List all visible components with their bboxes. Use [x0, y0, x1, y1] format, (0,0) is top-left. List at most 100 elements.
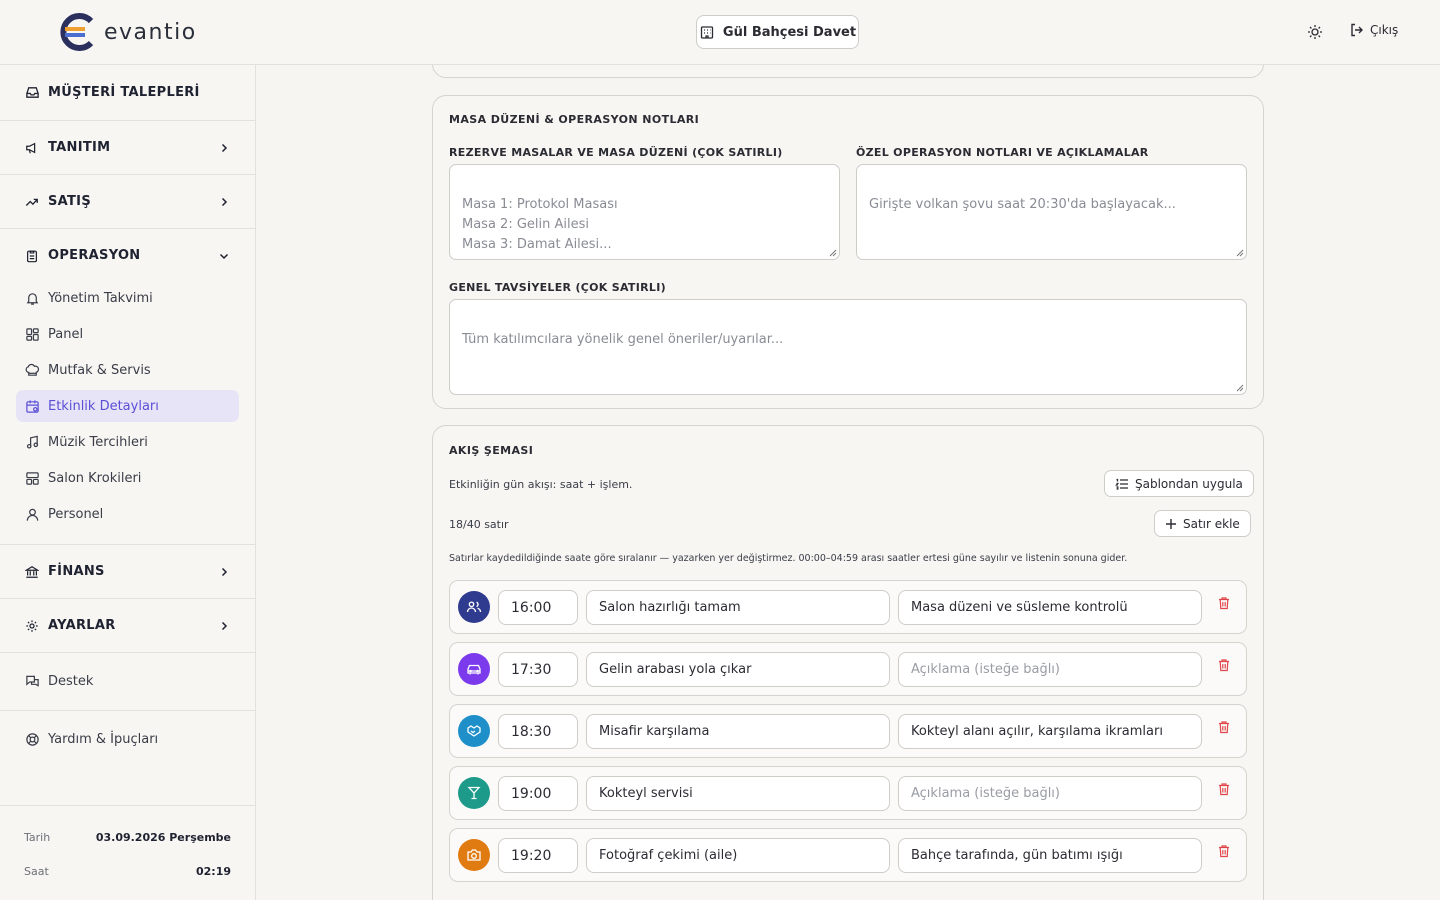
sidebar-item-label: Mutfak & Servis	[48, 362, 151, 378]
bell-icon	[24, 290, 40, 306]
brand-logo[interactable]: evantio	[57, 13, 197, 51]
event-selector-button[interactable]: Gül Bahçesi Davet	[696, 15, 859, 49]
flow-description-input[interactable]: Masa düzeni ve süsleme kontrolü	[898, 590, 1202, 625]
resize-grip-icon[interactable]	[1236, 384, 1244, 392]
ops-notes-label: ÖZEL OPERASYON NOTLARI VE AÇIKLAMALAR	[856, 146, 1149, 159]
flow-title-input[interactable]: Salon hazırlığı tamam	[586, 590, 890, 625]
nav-help[interactable]: Yardım & İpuçları	[0, 711, 255, 768]
top-bar: evantio Gül Bahçesi Davet Çıkış	[0, 0, 1440, 65]
inbox-icon	[24, 85, 40, 101]
building-icon	[700, 26, 714, 39]
car-icon[interactable]	[458, 653, 490, 685]
time-value: 02:19	[195, 864, 231, 878]
theme-toggle-button[interactable]	[1304, 21, 1326, 43]
chef-hat-icon	[24, 362, 40, 378]
flow-time-input[interactable]: 16:00	[498, 590, 578, 625]
sidebar-item-yonetim-takvimi[interactable]: Yönetim Takvimi	[16, 282, 239, 314]
users-icon[interactable]	[458, 591, 490, 623]
general-advice-placeholder: Tüm katılımcılara yönelik genel öneriler…	[462, 332, 784, 347]
flow-description-input[interactable]: Açıklama (isteğe bağlı)	[898, 776, 1202, 811]
nav-support[interactable]: Destek	[0, 653, 255, 711]
card-title: AKIŞ ŞEMASI	[449, 444, 534, 457]
user-icon	[24, 506, 40, 522]
sidebar-item-personel[interactable]: Personel	[16, 498, 239, 530]
flow-title-input[interactable]: Kokteyl servisi	[586, 776, 890, 811]
nav-operasyon-header[interactable]: OPERASYON	[0, 229, 255, 282]
logout-button[interactable]: Çıkış	[1349, 22, 1398, 38]
add-row-button[interactable]: Satır ekle	[1154, 510, 1251, 537]
nav-customer-requests[interactable]: MÜŞTERİ TALEPLERİ	[0, 65, 255, 121]
sidebar-item-muzik-tercihleri[interactable]: Müzik Tercihleri	[16, 426, 239, 458]
sidebar-item-salon-krokileri[interactable]: Salon Krokileri	[16, 462, 239, 494]
grid-icon	[24, 326, 40, 342]
flow-row: 17:30 Gelin arabası yola çıkar Açıklama (i…	[449, 642, 1247, 696]
handshake-icon[interactable]	[458, 715, 490, 747]
gear-icon	[24, 618, 40, 634]
nav-section-operasyon: OPERASYON Yönetim Takvimi Panel Mutfak &…	[0, 229, 255, 545]
general-advice-label: GENEL TAVSİYELER (ÇOK SATIRLI)	[449, 281, 666, 294]
apply-template-button[interactable]: Şablondan uygula	[1104, 470, 1254, 497]
general-advice-textarea[interactable]: Tüm katılımcılara yönelik genel öneriler…	[449, 299, 1247, 395]
lifebuoy-icon	[24, 732, 40, 748]
resize-grip-icon[interactable]	[1236, 249, 1244, 257]
flow-row: 16:00 Salon hazırlığı tamam Masa düzeni ve…	[449, 580, 1247, 634]
chevron-right-icon	[217, 565, 231, 579]
flow-description-input[interactable]: Bahçe tarafında, gün batımı ışığı	[898, 838, 1202, 873]
flow-title-input[interactable]: Gelin arabası yola çıkar	[586, 652, 890, 687]
camera-icon[interactable]	[458, 839, 490, 871]
trash-icon[interactable]	[1216, 719, 1232, 735]
flow-title-input[interactable]: Fotoğraf çekimi (aile)	[586, 838, 890, 873]
nav-section-finans[interactable]: FİNANS	[0, 545, 255, 599]
nav-label: MÜŞTERİ TALEPLERİ	[48, 85, 200, 100]
clipboard-icon	[24, 248, 40, 264]
cocktail-icon[interactable]	[458, 777, 490, 809]
calendar-icon	[24, 398, 40, 414]
flow-time-input[interactable]: 19:00	[498, 776, 578, 811]
nav-label: TANITIM	[48, 140, 111, 155]
flow-title-input[interactable]: Misafir karşılama	[586, 714, 890, 749]
trash-icon[interactable]	[1216, 843, 1232, 859]
flow-time-input[interactable]: 17:30	[498, 652, 578, 687]
plus-icon	[1166, 518, 1176, 529]
trash-icon[interactable]	[1216, 595, 1232, 611]
sun-icon	[1308, 25, 1322, 39]
nav-section-tanitim[interactable]: TANITIM	[0, 121, 255, 175]
sidebar-item-label: Müzik Tercihleri	[48, 434, 148, 450]
nav-label: Yardım & İpuçları	[48, 732, 159, 747]
sidebar-item-label: Etkinlik Detayları	[48, 398, 159, 414]
flow-row: 18:30 Misafir karşılama Kokteyl alanı açıl…	[449, 704, 1247, 758]
flow-description-input[interactable]: Açıklama (isteğe bağlı)	[898, 652, 1202, 687]
trash-icon[interactable]	[1216, 657, 1232, 673]
resize-grip-icon[interactable]	[829, 249, 837, 257]
bank-icon	[24, 564, 40, 580]
ops-notes-placeholder: Girişte volkan şovu saat 20:30'da başlay…	[869, 197, 1176, 212]
reserved-tables-textarea[interactable]: Masa 1: Protokol Masası Masa 2: Gelin Ai…	[449, 164, 840, 260]
music-icon	[24, 434, 40, 450]
sidebar-item-label: Panel	[48, 326, 84, 342]
ops-notes-textarea[interactable]: Girişte volkan şovu saat 20:30'da başlay…	[856, 164, 1247, 260]
flow-row: 19:20 Fotoğraf çekimi (aile) Bahçe tarafın…	[449, 828, 1247, 882]
trash-icon[interactable]	[1216, 781, 1232, 797]
previous-card	[432, 65, 1264, 78]
nav-section-satis[interactable]: SATIŞ	[0, 175, 255, 229]
nav-section-ayarlar[interactable]: AYARLAR	[0, 599, 255, 653]
event-name: Gül Bahçesi Davet	[722, 24, 857, 40]
card-title: MASA DÜZENİ & OPERASYON NOTLARI	[449, 113, 700, 126]
reserved-tables-label: REZERVE MASALAR VE MASA DÜZENİ (ÇOK SATI…	[449, 146, 783, 159]
sidebar-item-mutfak-servis[interactable]: Mutfak & Servis	[16, 354, 239, 386]
sidebar-item-panel[interactable]: Panel	[16, 318, 239, 350]
sidebar-item-label: Personel	[48, 506, 104, 522]
chevron-down-icon	[217, 249, 231, 263]
logout-label: Çıkış	[1370, 23, 1399, 37]
flow-description-input[interactable]: Kokteyl alanı açılır, karşılama ikramlar…	[898, 714, 1202, 749]
sidebar-item-etkinlik-detaylari[interactable]: Etkinlik Detayları	[16, 390, 239, 422]
flow-row: 19:00 Kokteyl servisi Açıklama (isteğe bağ…	[449, 766, 1247, 820]
chat-icon	[24, 674, 40, 690]
nav-label: SATIŞ	[48, 194, 91, 209]
flow-chart-card: AKIŞ ŞEMASI Etkinliğin gün akışı: saat +…	[432, 425, 1264, 900]
flow-hint: Satırlar kaydedildiğinde saate göre sıra…	[449, 553, 1128, 564]
add-row-label: Satır ekle	[1183, 516, 1240, 531]
flow-time-input[interactable]: 18:30	[498, 714, 578, 749]
flow-time-input[interactable]: 19:20	[498, 838, 578, 873]
brand-name: evantio	[104, 19, 197, 45]
